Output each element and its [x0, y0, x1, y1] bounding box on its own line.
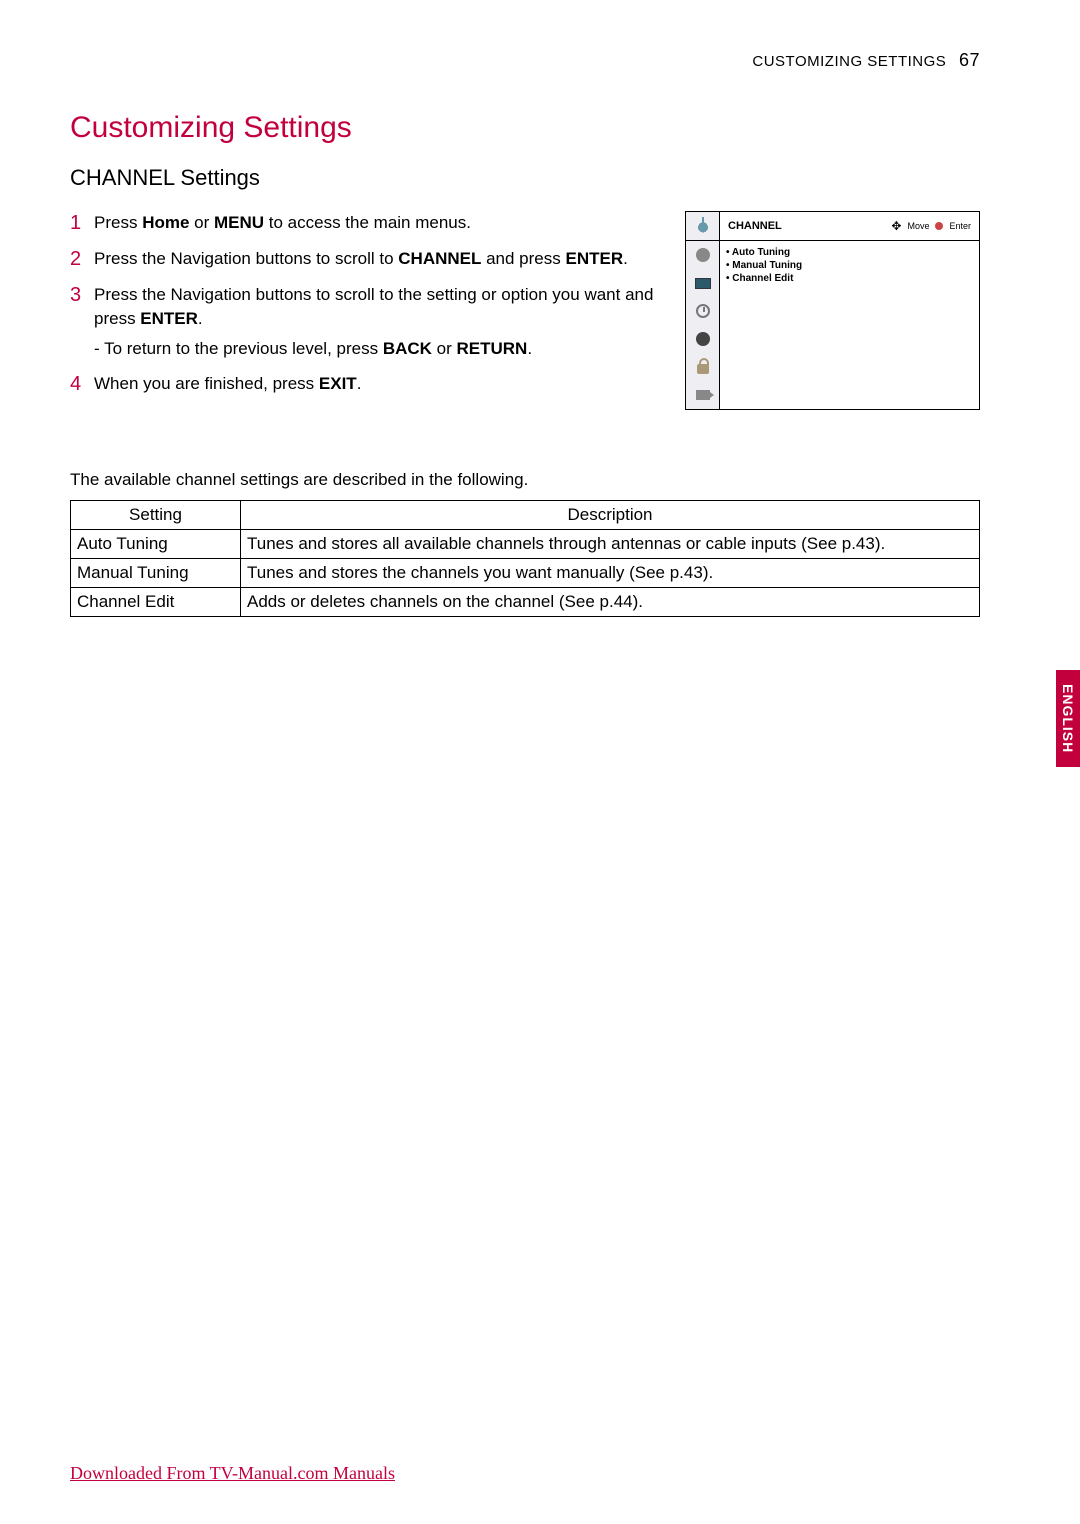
hint-enter: Enter: [949, 221, 971, 231]
clock-icon: [686, 297, 719, 325]
step-body: Press Home or MENU to access the main me…: [94, 211, 665, 235]
cell-description: Tunes and stores all available channels …: [241, 530, 980, 559]
osd-panel: CHANNEL ✥ Move Enter: [685, 211, 980, 410]
osd-hints: ✥ Move Enter: [891, 219, 971, 233]
step-3: 3 Press the Navigation buttons to scroll…: [70, 283, 665, 360]
dot-icon: [686, 325, 719, 353]
table-intro: The available channel settings are descr…: [70, 470, 980, 490]
settings-table: Setting Description Auto Tuning Tunes an…: [70, 500, 980, 617]
osd-body: Auto Tuning Manual Tuning Channel Edit: [686, 241, 979, 409]
cell-description: Adds or deletes channels on the channel …: [241, 588, 980, 617]
table-header-row: Setting Description: [71, 501, 980, 530]
col-setting: Setting: [71, 501, 241, 530]
osd-item-manual-tuning: Manual Tuning: [726, 260, 973, 271]
step-1: 1 Press Home or MENU to access the main …: [70, 211, 665, 235]
osd-item-channel-edit: Channel Edit: [726, 273, 973, 284]
screen-icon: [686, 269, 719, 297]
cell-setting: Manual Tuning: [71, 559, 241, 588]
cell-setting: Auto Tuning: [71, 530, 241, 559]
page-number: 67: [959, 50, 980, 70]
step-sub: - To return to the previous level, press…: [94, 337, 665, 361]
osd-title: CHANNEL: [728, 220, 782, 232]
osd-item-auto-tuning: Auto Tuning: [726, 247, 973, 258]
cell-setting: Channel Edit: [71, 588, 241, 617]
osd-header: CHANNEL ✥ Move Enter: [686, 212, 979, 241]
osd-title-cell: CHANNEL ✥ Move Enter: [720, 212, 979, 240]
step-number: 4: [70, 372, 94, 396]
step-number: 2: [70, 247, 94, 271]
step-body: Press the Navigation buttons to scroll t…: [94, 247, 665, 271]
step-number: 3: [70, 283, 94, 360]
step-list: 1 Press Home or MENU to access the main …: [70, 211, 665, 396]
osd-menu-list: Auto Tuning Manual Tuning Channel Edit: [720, 241, 979, 409]
section-title: CHANNEL Settings: [70, 165, 980, 191]
steps: 1 Press Home or MENU to access the main …: [70, 211, 665, 408]
lock-icon: [686, 353, 719, 381]
running-head-text: CUSTOMIZING SETTINGS: [752, 53, 946, 70]
page: CUSTOMIZING SETTINGS 67 Customizing Sett…: [0, 0, 1080, 657]
antenna-icon: [686, 212, 720, 240]
running-header: CUSTOMIZING SETTINGS 67: [70, 50, 980, 71]
speaker-icon: [686, 241, 719, 269]
language-tab: ENGLISH: [1056, 670, 1080, 767]
enter-icon: [935, 222, 943, 230]
content-row: 1 Press Home or MENU to access the main …: [70, 211, 980, 410]
osd-sidebar: [686, 241, 720, 409]
table-row: Manual Tuning Tunes and stores the chann…: [71, 559, 980, 588]
step-number: 1: [70, 211, 94, 235]
table-row: Channel Edit Adds or deletes channels on…: [71, 588, 980, 617]
col-description: Description: [241, 501, 980, 530]
input-icon: [686, 381, 719, 409]
page-title: Customizing Settings: [70, 111, 980, 145]
move-icon: ✥: [891, 219, 901, 233]
cell-description: Tunes and stores the channels you want m…: [241, 559, 980, 588]
step-2: 2 Press the Navigation buttons to scroll…: [70, 247, 665, 271]
hint-move: Move: [907, 221, 929, 231]
footer-download-link[interactable]: Downloaded From TV-Manual.com Manuals: [70, 1463, 395, 1484]
step-body: Press the Navigation buttons to scroll t…: [94, 283, 665, 360]
step-4: 4 When you are finished, press EXIT.: [70, 372, 665, 396]
table-row: Auto Tuning Tunes and stores all availab…: [71, 530, 980, 559]
step-body: When you are finished, press EXIT.: [94, 372, 665, 396]
